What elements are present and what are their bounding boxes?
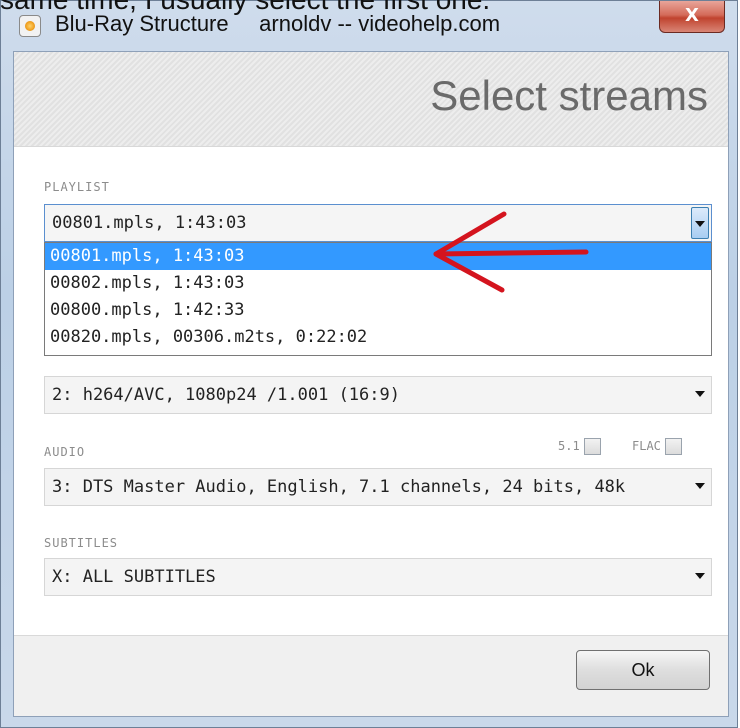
playlist-option[interactable]: 00800.mpls, 1:42:33	[45, 297, 711, 324]
playlist-dropdown-list: 00801.mpls, 1:43:03 00802.mpls, 1:43:03 …	[44, 242, 712, 356]
chevron-down-icon[interactable]	[695, 573, 705, 579]
audio-51-option: 5.1	[558, 438, 601, 455]
playlist-option[interactable]: 00802.mpls, 1:43:03	[45, 270, 711, 297]
audio-flac-option: FLAC	[632, 438, 682, 455]
audio-flac-checkbox[interactable]	[664, 438, 682, 455]
app-window: Blu-Ray Structure arnoldv -- videohelp.c…	[0, 0, 738, 728]
app-icon	[19, 15, 41, 37]
playlist-label: PLAYLIST	[44, 180, 110, 194]
playlist-select[interactable]: 00801.mpls, 1:43:03	[44, 204, 712, 242]
subtitles-label: SUBTITLES	[44, 536, 119, 550]
video-selected-value: 2: h264/AVC, 1080p24 /1.001 (16:9)	[52, 385, 400, 405]
annotation-arrow-icon	[433, 211, 589, 293]
subtitles-selected-value: X: ALL SUBTITLES	[52, 567, 216, 587]
audio-flac-label: FLAC	[632, 439, 661, 453]
chevron-down-icon[interactable]	[691, 207, 709, 239]
audio-select[interactable]: 3: DTS Master Audio, English, 7.1 channe…	[44, 468, 712, 506]
ok-button[interactable]: Ok	[576, 650, 710, 690]
subtitles-select[interactable]: X: ALL SUBTITLES	[44, 558, 712, 596]
dialog-footer: Ok	[14, 635, 728, 716]
caption-text: same time, I usually select the first on…	[0, 0, 740, 16]
playlist-selected-value: 00801.mpls, 1:43:03	[52, 213, 247, 233]
audio-51-checkbox[interactable]	[583, 438, 601, 455]
chevron-down-icon[interactable]	[695, 483, 705, 489]
playlist-option[interactable]: 00820.mpls, 00306.m2ts, 0:22:02	[45, 324, 711, 351]
playlist-option[interactable]: 00801.mpls, 1:43:03	[45, 243, 711, 270]
audio-label: AUDIO	[44, 445, 86, 459]
dialog-header: Select streams	[14, 52, 728, 147]
dialog-body: Select streams PLAYLIST 00801.mpls, 1:43…	[13, 51, 729, 717]
chevron-down-icon[interactable]	[695, 391, 705, 397]
audio-selected-value: 3: DTS Master Audio, English, 7.1 channe…	[52, 477, 626, 497]
page-title: Select streams	[430, 72, 708, 119]
video-select[interactable]: 2: h264/AVC, 1080p24 /1.001 (16:9)	[44, 376, 712, 414]
audio-51-label: 5.1	[558, 439, 580, 453]
